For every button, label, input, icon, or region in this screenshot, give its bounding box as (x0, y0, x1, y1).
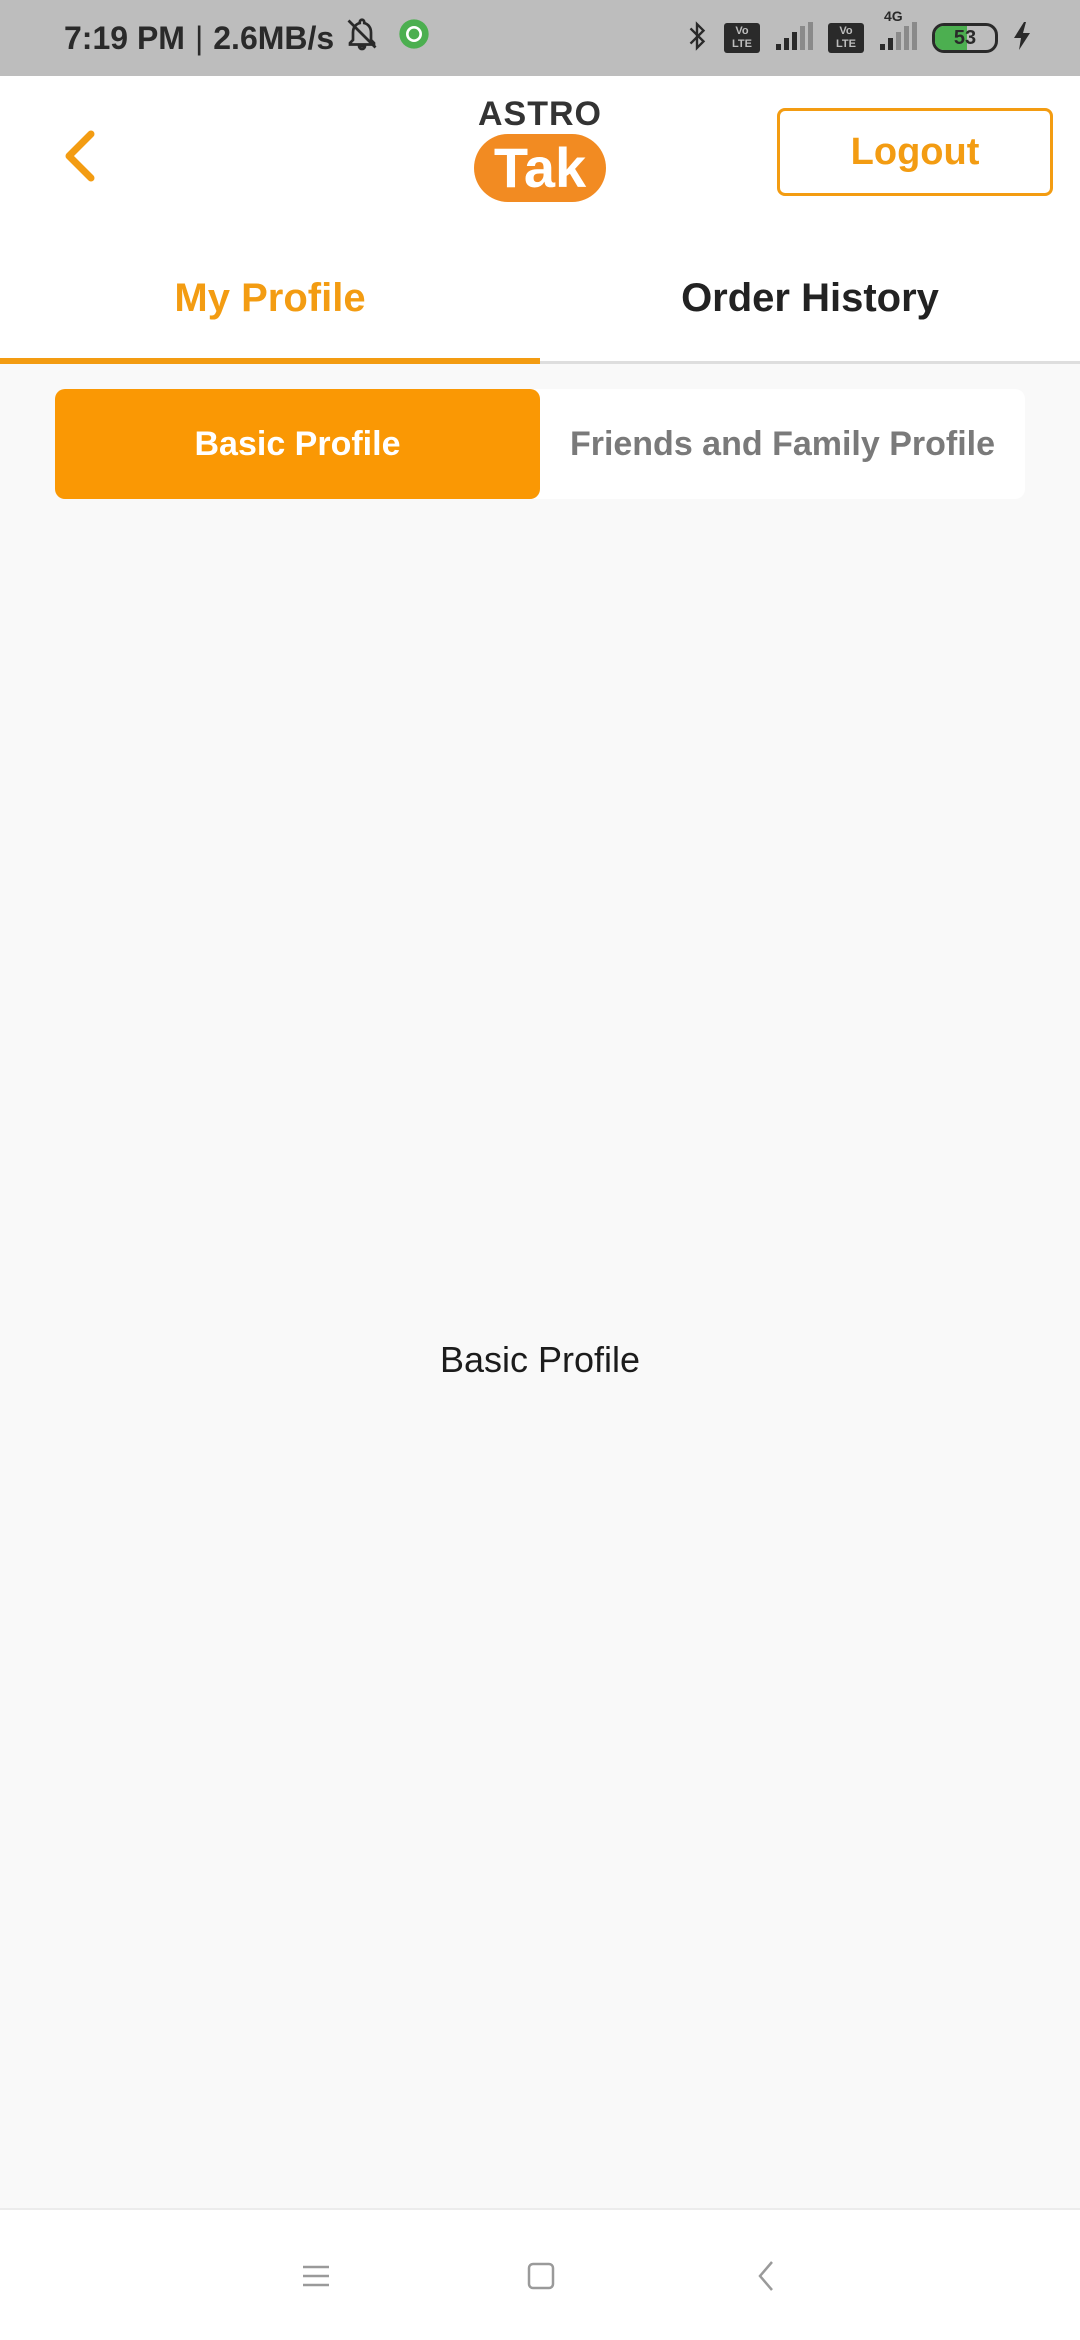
bluetooth-icon (684, 18, 710, 59)
tab-my-profile-label: My Profile (174, 276, 366, 320)
main-tabs: My Profile Order History (0, 236, 1080, 364)
signal-icon (774, 20, 814, 57)
subtab-friends-family-profile[interactable]: Friends and Family Profile (540, 389, 1025, 499)
subtab-basic-profile[interactable]: Basic Profile (55, 389, 540, 499)
status-right: Vo LTE Vo LTE 4G 53 (684, 0, 1032, 76)
logo-bottom-text: Tak (493, 136, 587, 199)
app-header: ASTRO Tak Logout (0, 76, 1080, 236)
logout-button[interactable]: Logout (777, 108, 1053, 196)
app-notification-icon (398, 18, 430, 58)
status-left: 7:19 PM | 2.6MB/s (64, 0, 430, 76)
charging-icon (1012, 20, 1032, 57)
subtab-friends-family-label: Friends and Family Profile (569, 424, 996, 463)
home-icon (527, 2262, 555, 2290)
status-speed: 2.6MB/s (213, 19, 335, 56)
content-area: Basic Profile (0, 499, 1080, 2209)
volte-badge: Vo LTE (724, 23, 760, 53)
tab-order-history[interactable]: Order History (540, 236, 1080, 361)
battery-level: 53 (953, 26, 977, 49)
network-type-label: 4G (884, 7, 903, 24)
status-separator: | (194, 19, 204, 56)
logo-pill: Tak (474, 134, 606, 202)
profile-type-switch: Basic Profile Friends and Family Profile (55, 389, 1025, 499)
battery-indicator: 53 (932, 23, 998, 53)
subtab-basic-profile-label: Basic Profile (194, 424, 401, 463)
logo-top-text: ASTRO (478, 95, 602, 133)
system-nav-bar (0, 2208, 1080, 2340)
logout-label: Logout (850, 130, 980, 173)
astrotak-logo: ASTRO Tak (470, 94, 610, 214)
tab-my-profile[interactable]: My Profile (0, 236, 540, 364)
chevron-left-icon (65, 130, 95, 182)
system-back-button[interactable] (736, 2246, 796, 2306)
home-button[interactable] (511, 2246, 571, 2306)
tab-order-history-label: Order History (681, 276, 939, 320)
volte-badge-2: Vo LTE (828, 23, 864, 53)
back-button[interactable] (44, 121, 114, 191)
network-signal: 4G (878, 8, 918, 57)
alarm-off-icon (344, 16, 380, 60)
menu-button[interactable] (286, 2246, 346, 2306)
menu-icon (303, 2265, 329, 2287)
content-placeholder-text: Basic Profile (439, 1339, 641, 1380)
status-bar: 7:19 PM | 2.6MB/s Vo LTE Vo LTE 4G 53 (0, 0, 1080, 76)
status-time: 7:19 PM (64, 19, 185, 56)
back-icon (758, 2261, 773, 2291)
